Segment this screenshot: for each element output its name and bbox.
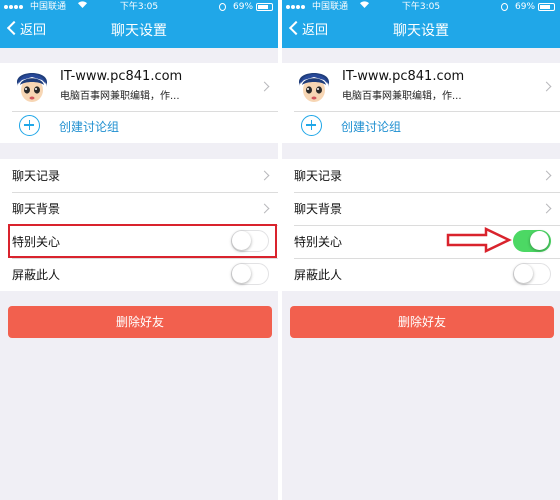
plus-circle-icon	[19, 115, 40, 136]
chat-history-label: 聊天记录	[12, 169, 61, 183]
create-discussion-group-label: 创建讨论组	[341, 120, 402, 134]
lock-rotation-icon	[219, 3, 226, 11]
avatar	[13, 68, 51, 106]
contact-group: IT-www.pc841.com 电脑百事网兼职编辑，作... 创建讨论组	[282, 63, 560, 143]
block-person-row: 屏蔽此人	[0, 258, 278, 291]
chevron-right-icon	[541, 203, 552, 214]
phone-screen-after: 中国联通 下午3:05 69% 返回 聊天设置 IT-www.pc841.com…	[282, 0, 560, 500]
phone-screen-before: 中国联通 下午3:05 69% 返回 聊天设置 IT-www.pc841.com…	[0, 0, 278, 500]
special-care-toggle[interactable]	[513, 230, 551, 252]
chevron-right-icon	[541, 81, 552, 92]
chat-history-row[interactable]: 聊天记录	[282, 159, 560, 192]
annotation-arrow-icon	[446, 227, 512, 253]
chat-history-row[interactable]: 聊天记录	[0, 159, 278, 192]
avatar	[295, 68, 333, 106]
delete-friend-button[interactable]: 删除好友	[290, 306, 554, 338]
battery-percent: 69%	[233, 2, 254, 12]
status-bar: 中国联通 下午3:05 69%	[0, 0, 278, 14]
page-title: 聊天设置	[393, 23, 449, 39]
chat-history-label: 聊天记录	[294, 169, 343, 183]
block-person-toggle[interactable]	[231, 263, 269, 285]
settings-group: 聊天记录 聊天背景 特别关心 屏蔽此人	[282, 159, 560, 291]
toggle-knob	[514, 264, 533, 283]
toggle-knob	[232, 264, 251, 283]
screenshot-comparison: 中国联通 下午3:05 69% 返回 聊天设置 IT-www.pc841.com…	[0, 0, 560, 500]
chevron-right-icon	[259, 170, 270, 181]
block-person-label: 屏蔽此人	[294, 268, 343, 282]
chat-background-label: 聊天背景	[12, 202, 61, 216]
chevron-right-icon	[259, 81, 270, 92]
status-bar: 中国联通 下午3:05 69%	[282, 0, 560, 14]
nav-bar: 返回 聊天设置	[0, 14, 278, 48]
toggle-knob	[530, 231, 549, 250]
delete-friend-button[interactable]: 删除好友	[8, 306, 272, 338]
special-care-row: 特别关心	[282, 225, 560, 258]
battery-icon	[538, 3, 555, 11]
special-care-label: 特别关心	[294, 235, 343, 249]
create-discussion-group-label: 创建讨论组	[59, 120, 120, 134]
block-person-row: 屏蔽此人	[282, 258, 560, 291]
annotation-highlight-box	[8, 224, 277, 258]
profile-description: 电脑百事网兼职编辑，作...	[60, 91, 180, 102]
battery-fill	[540, 5, 550, 9]
create-discussion-group-button[interactable]: 创建讨论组	[0, 111, 278, 143]
nav-bar: 返回 聊天设置	[282, 14, 560, 48]
profile-name: IT-www.pc841.com	[342, 69, 465, 84]
block-person-toggle[interactable]	[513, 263, 551, 285]
profile-description: 电脑百事网兼职编辑，作...	[342, 91, 462, 102]
block-person-label: 屏蔽此人	[12, 268, 61, 282]
chat-background-row[interactable]: 聊天背景	[282, 192, 560, 225]
contact-group: IT-www.pc841.com 电脑百事网兼职编辑，作... 创建讨论组	[0, 63, 278, 143]
plus-circle-icon	[301, 115, 322, 136]
chat-background-label: 聊天背景	[294, 202, 343, 216]
battery-fill	[258, 5, 268, 9]
profile-row[interactable]: IT-www.pc841.com 电脑百事网兼职编辑，作...	[282, 63, 560, 111]
create-discussion-group-button[interactable]: 创建讨论组	[282, 111, 560, 143]
battery-icon	[256, 3, 273, 11]
chevron-right-icon	[541, 170, 552, 181]
profile-name: IT-www.pc841.com	[60, 69, 183, 84]
page-title: 聊天设置	[111, 23, 167, 39]
battery-percent: 69%	[515, 2, 536, 12]
lock-rotation-icon	[501, 3, 508, 11]
chevron-right-icon	[259, 203, 270, 214]
chat-background-row[interactable]: 聊天背景	[0, 192, 278, 225]
profile-row[interactable]: IT-www.pc841.com 电脑百事网兼职编辑，作...	[0, 63, 278, 111]
